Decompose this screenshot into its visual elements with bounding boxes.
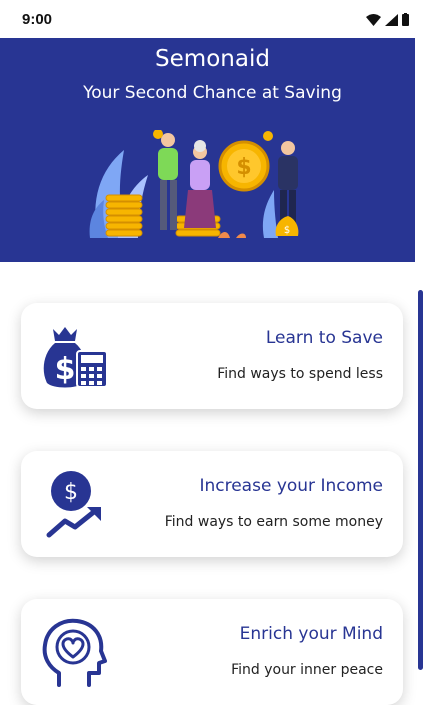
savings-illustration: $ $ xyxy=(89,130,299,238)
money-bag-calculator-icon: $ xyxy=(43,327,108,388)
svg-text:$: $ xyxy=(284,225,290,236)
status-time: 9:00 xyxy=(22,11,53,28)
card-learn-to-save[interactable]: $ Learn to Save Find ways to spend less xyxy=(21,303,403,409)
status-icons xyxy=(366,13,409,26)
head-heart-icon xyxy=(42,618,107,687)
svg-text:$: $ xyxy=(64,480,78,505)
scrollbar[interactable] xyxy=(418,290,423,670)
card-description: Find ways to earn some money xyxy=(164,514,383,530)
svg-text:$: $ xyxy=(55,352,76,387)
signal-icon xyxy=(385,13,398,26)
card-enrich-mind[interactable]: Enrich your Mind Find your inner peace xyxy=(21,599,403,705)
card-description: Find ways to spend less xyxy=(217,366,383,382)
card-increase-income[interactable]: $ Increase your Income Find ways to earn… xyxy=(21,451,403,557)
app-header: Semonaid Your Second Chance at Saving $ … xyxy=(0,38,425,262)
app-title: Semonaid xyxy=(155,46,270,72)
svg-text:$: $ xyxy=(236,155,251,180)
card-title: Learn to Save xyxy=(265,328,383,348)
card-title: Increase your Income xyxy=(199,476,383,496)
wifi-icon xyxy=(366,13,381,26)
battery-icon xyxy=(402,13,409,26)
app-subtitle: Your Second Chance at Saving xyxy=(83,83,342,103)
card-title: Enrich your Mind xyxy=(239,624,383,644)
dollar-growth-icon: $ xyxy=(46,471,101,538)
card-description: Find your inner peace xyxy=(231,662,383,678)
status-bar: 9:00 xyxy=(0,0,425,38)
